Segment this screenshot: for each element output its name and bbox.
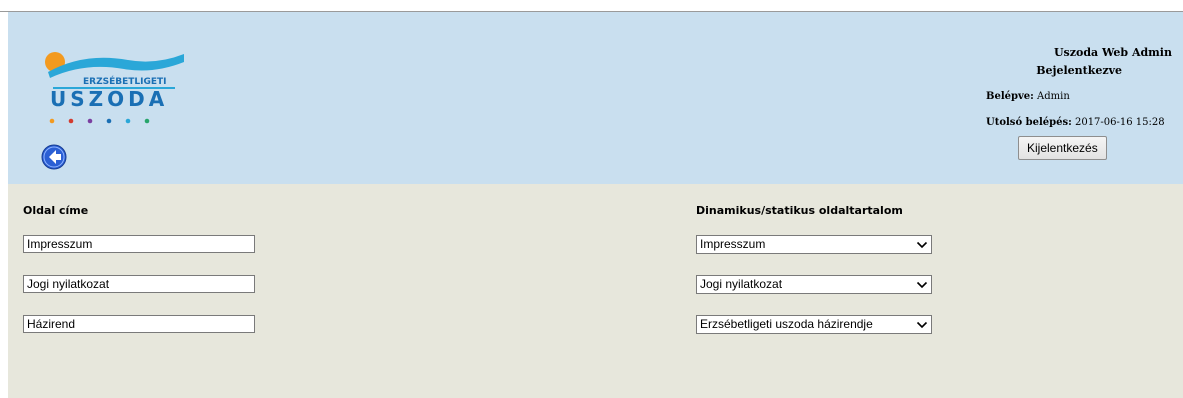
page-content-column-header: Dinamikus/statikus oldaltartalom <box>696 204 903 217</box>
page-content-select[interactable]: Erzsébetligeti uszoda házirendje <box>696 315 932 334</box>
page-header: ERZSÉBETLIGETI USZODA Uszoda Web Admin B… <box>8 12 1183 184</box>
logout-button[interactable]: Kijelentkezés <box>1018 136 1107 160</box>
page-content-select[interactable]: Impresszum <box>696 235 932 254</box>
page-content-select[interactable]: Jogi nyilatkozat <box>696 275 932 294</box>
page-title-input[interactable]: Impresszum <box>23 235 255 253</box>
back-arrow-icon[interactable] <box>41 144 67 170</box>
svg-text:USZODA: USZODA <box>50 87 168 111</box>
page-title-input[interactable]: Házirend <box>23 315 255 333</box>
last-login-value: 2017-06-16 15:28 <box>1074 117 1165 128</box>
logged-in-label: Belépve: <box>986 91 1034 102</box>
chevron-down-icon <box>916 241 928 249</box>
chevron-down-icon <box>916 281 928 289</box>
page-title-input[interactable]: Jogi nyilatkozat <box>23 275 255 293</box>
last-login-row: Utolsó belépés: 2017-06-16 15:28 <box>986 117 1165 128</box>
top-border <box>0 0 1183 12</box>
select-value: Erzsébetligeti uszoda házirendje <box>700 317 873 331</box>
chevron-down-icon <box>916 321 928 329</box>
svg-text:ERZSÉBETLIGETI: ERZSÉBETLIGETI <box>83 75 167 87</box>
app-title: Uszoda Web Admin <box>1053 46 1172 59</box>
select-value: Jogi nyilatkozat <box>700 277 783 291</box>
logged-in-user: Admin <box>1037 91 1070 102</box>
login-status: Bejelentkezve <box>1036 64 1122 77</box>
uszoda-logo: ERZSÉBETLIGETI USZODA <box>44 48 194 132</box>
main-content: Oldal címe Dinamikus/statikus oldaltarta… <box>8 184 1183 398</box>
logged-in-row: Belépve: Admin <box>986 91 1070 102</box>
last-login-label: Utolsó belépés: <box>986 117 1072 128</box>
select-value: Impresszum <box>700 237 766 251</box>
page-title-column-header: Oldal címe <box>23 204 89 217</box>
